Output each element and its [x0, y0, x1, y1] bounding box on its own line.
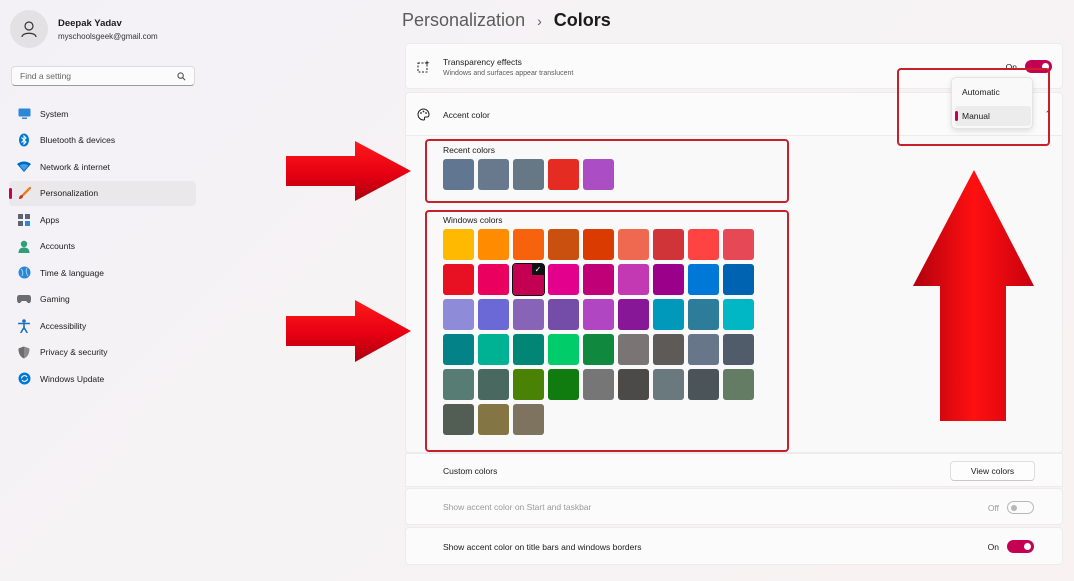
annotation-arrows — [286, 141, 1034, 421]
arrow-right-windows-colors — [286, 300, 411, 362]
arrow-right-recent-colors — [286, 141, 411, 201]
arrow-up-accent-mode — [913, 170, 1034, 421]
